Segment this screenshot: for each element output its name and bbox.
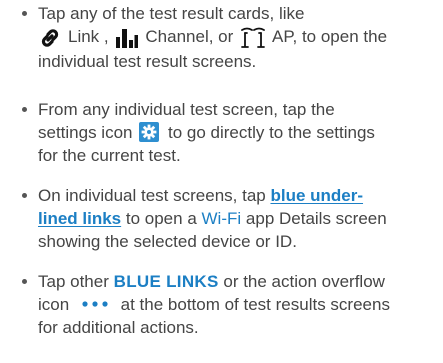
instructions-list: Tap any of the test result cards, like L… xyxy=(0,0,443,363)
bullet xyxy=(22,2,28,25)
settings-gear-icon[interactable] xyxy=(139,122,160,142)
blue-links-link[interactable]: BLUE LINKS xyxy=(114,272,219,291)
text-segment: or the action overflow xyxy=(223,272,385,291)
bullet xyxy=(22,270,28,293)
list-item-text: On individual test screens, tap blue und… xyxy=(38,184,443,253)
text-segment: at the bottom of test results screens xyxy=(120,295,390,314)
text-line: for additional actions. xyxy=(38,318,199,337)
channel-bars-icon xyxy=(115,27,139,49)
text-line: icon at the bottom of test results scree… xyxy=(38,293,443,316)
text-line: lined links to open a Wi-Fi app Details … xyxy=(38,207,443,230)
bullet xyxy=(22,184,28,207)
access-point-icon xyxy=(240,27,266,49)
punctuation: , xyxy=(103,27,109,46)
text-line: individual test result screens. xyxy=(38,52,257,71)
text-line: From any individual test screen, tap the xyxy=(38,100,335,119)
list-item-text: Tap any of the test result cards, like L… xyxy=(38,2,443,73)
blue-underlined-link[interactable]: blue under- xyxy=(270,186,363,205)
text-line: Tap other BLUE LINKS or the action overf… xyxy=(38,270,443,293)
list-item-text: From any individual test screen, tap the… xyxy=(38,98,443,167)
text-segment: On individual test screens, tap xyxy=(38,186,266,205)
text-segment: to go directly to the settings xyxy=(167,123,375,142)
text-line: Link , Channel, or AP, to open the xyxy=(38,25,443,50)
text-segment: app Details screen xyxy=(245,209,387,228)
text-line: Tap any of the test result cards, like xyxy=(38,4,305,23)
bullet xyxy=(22,98,28,121)
text-line: for the current test. xyxy=(38,146,181,165)
text-segment: icon xyxy=(38,295,70,314)
overflow-dots-icon[interactable] xyxy=(80,298,110,310)
list-item-text: Tap other BLUE LINKS or the action overf… xyxy=(38,270,443,339)
wifi-app-name: Wi-Fi xyxy=(201,209,242,228)
blue-underlined-link-continued[interactable]: lined links xyxy=(38,209,121,228)
channel-card-label: Channel, or xyxy=(145,27,234,46)
text-segment: settings icon xyxy=(38,123,133,142)
ap-card-label: AP, to open the xyxy=(272,27,388,46)
text-segment: Tap other xyxy=(38,272,109,291)
link-icon xyxy=(38,27,62,49)
text-segment: to open a xyxy=(125,209,197,228)
text-line: showing the selected device or ID. xyxy=(38,232,297,251)
text-line: On individual test screens, tap blue und… xyxy=(38,184,443,207)
text-line: settings icon to go directly to the sett… xyxy=(38,121,443,144)
link-card-label: Link xyxy=(68,27,100,46)
